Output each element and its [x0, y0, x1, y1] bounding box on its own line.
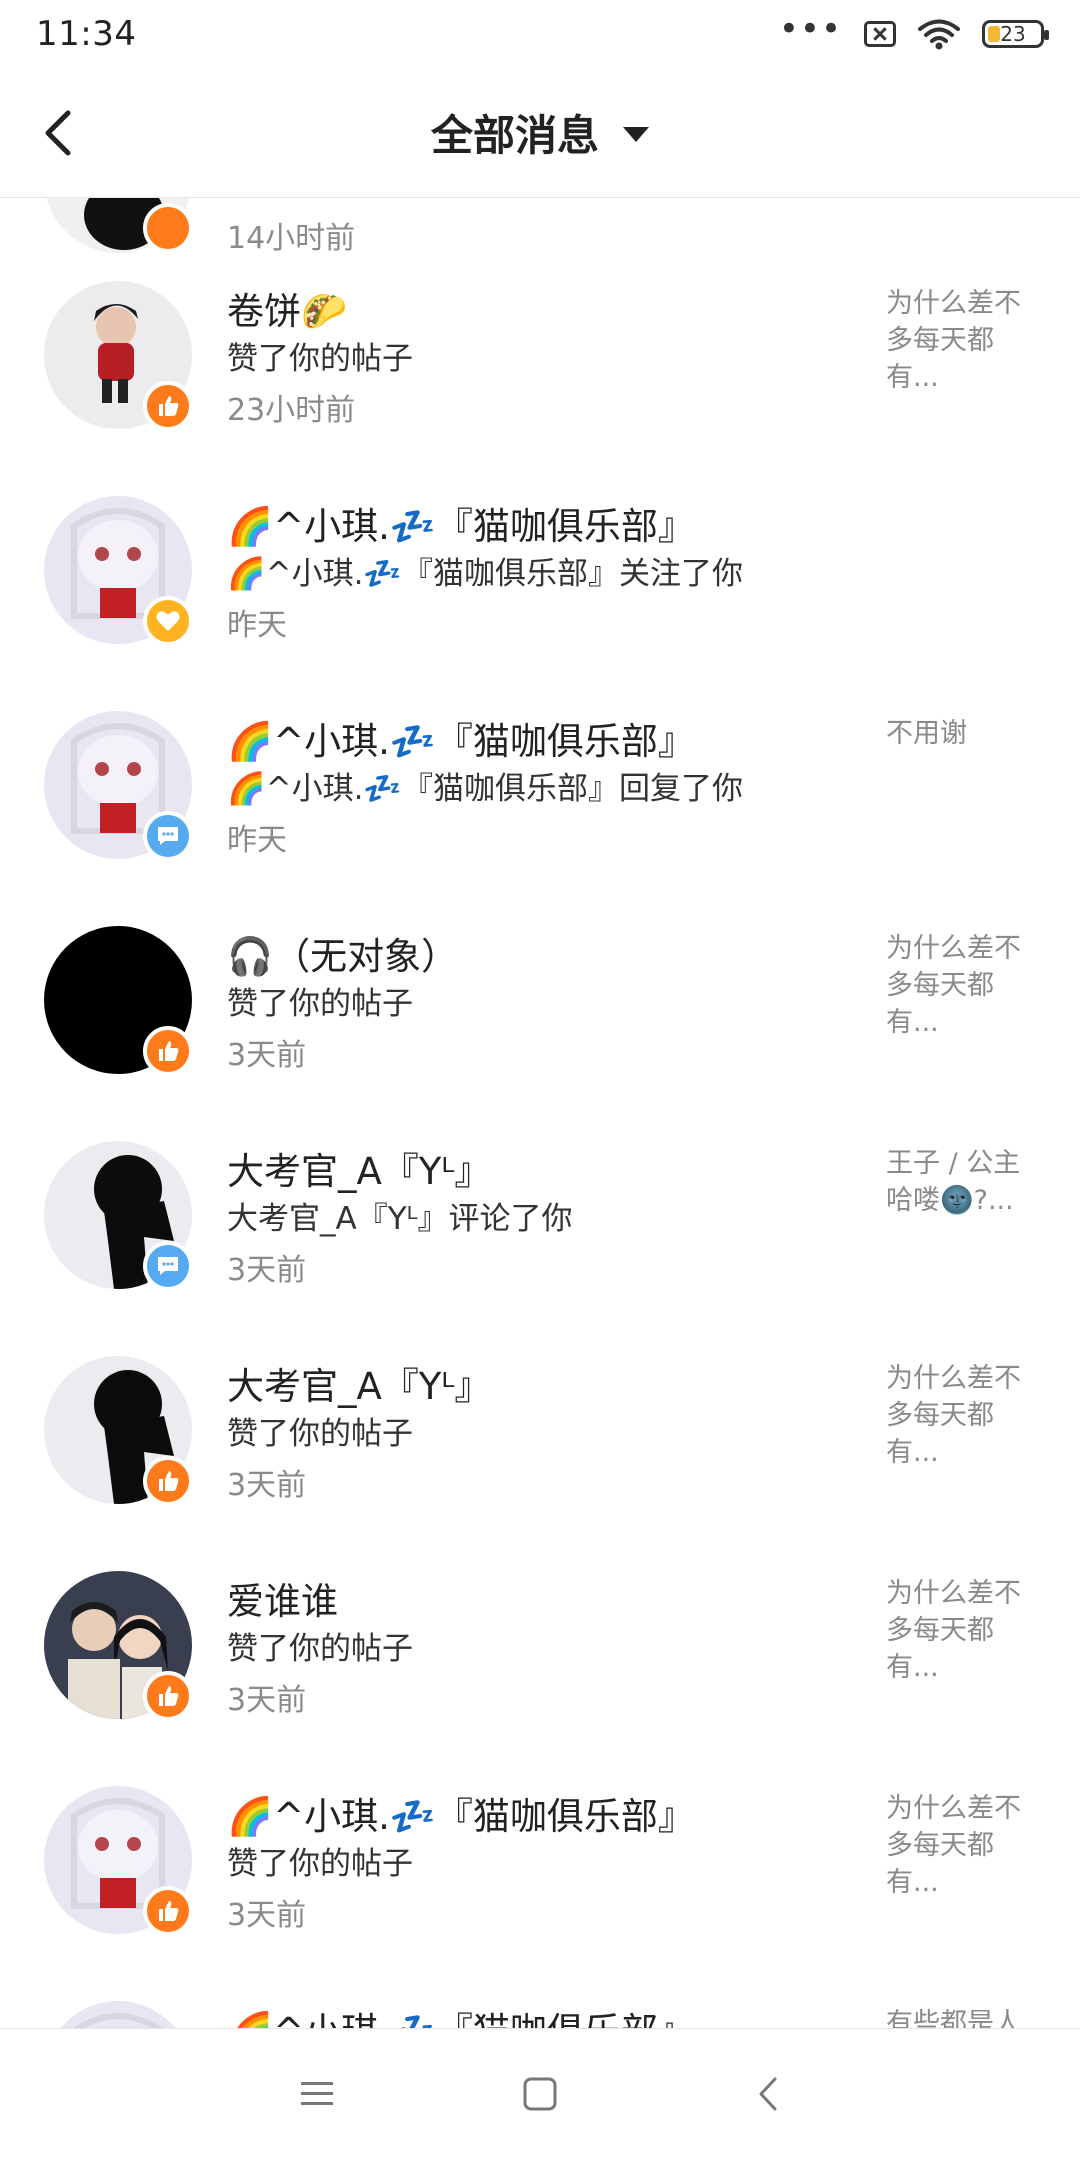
list-item[interactable]: 🌈^小琪.💤『猫咖俱乐部』 🌈^小琪.💤『猫咖俱乐部』回复了你 昨天 不用谢 [0, 711, 1080, 926]
like-badge-icon [143, 203, 193, 253]
status-icons: ••• 23 [779, 12, 1049, 50]
reply-badge-icon [143, 811, 193, 861]
sender-name: 卷饼🌮 [227, 290, 348, 333]
sender-name: 🌈^小琪.💤『猫咖俱乐部』 [227, 2001, 695, 2028]
message-time: 3天前 [227, 1253, 307, 1288]
list-item[interactable]: 🌈^小琪.💤『猫咖俱乐部』 赞了你的帖子 3天前 为什么差不多每天都有... [0, 1786, 1080, 2001]
message-time: 昨天 [227, 608, 287, 643]
post-preview: 为什么差不多每天都有... [886, 1793, 1021, 1898]
message-filter-dropdown[interactable]: 全部消息 [431, 102, 649, 163]
list-item[interactable]: 爱谁谁 赞了你的帖子 3天前 为什么差不多每天都有... [0, 1571, 1080, 1786]
wifi-icon [918, 19, 960, 50]
sender-name: 🌈^小琪.💤『猫咖俱乐部』 [227, 1795, 695, 1838]
message-action: 赞了你的帖子 [227, 1416, 413, 1452]
no-sim-icon [864, 21, 896, 47]
list-item[interactable]: 大考官_A『Yᴸ』 大考官_A『Yᴸ』评论了你 3天前 王子 / 公主哈喽🌚?.… [0, 1141, 1080, 1356]
battery-level: 23 [1000, 22, 1026, 46]
post-preview: 为什么差不多每天都有... [886, 1363, 1021, 1468]
post-preview: 为什么差不多每天都有... [886, 288, 1021, 393]
back-arrow-icon [45, 110, 71, 156]
back-button[interactable] [40, 100, 100, 166]
message-time: 3天前 [227, 1898, 307, 1933]
list-item[interactable]: 🎧（无对象） 赞了你的帖子 3天前 为什么差不多每天都有... [0, 926, 1080, 1141]
sender-name: 🌈^小琪.💤『猫咖俱乐部』 [227, 720, 695, 763]
post-preview: 为什么差不多每天都有... [886, 933, 1021, 1038]
message-time: 3天前 [227, 1038, 307, 1073]
status-bar: 11:34 ••• 23 [0, 0, 1080, 68]
like-badge-icon [143, 1026, 193, 1076]
sender-name: 大考官_A『Yᴸ』 [227, 1365, 492, 1408]
reply-badge-icon [143, 1241, 193, 1291]
message-action: 赞了你的帖子 [227, 341, 413, 377]
post-preview: 不用谢 [886, 718, 967, 749]
list-item-partial-bottom[interactable]: 🌈^小琪.💤『猫咖俱乐部』 有些都是人 [0, 2001, 1080, 2028]
like-badge-icon [143, 1456, 193, 1506]
header-bar: 全部消息 [0, 68, 1080, 198]
list-item[interactable]: 🌈^小琪.💤『猫咖俱乐部』 🌈^小琪.💤『猫咖俱乐部』关注了你 昨天 [0, 496, 1080, 711]
system-nav-bar [0, 2028, 1080, 2160]
message-time: 23小时前 [227, 393, 356, 428]
message-time: 昨天 [227, 823, 287, 858]
message-time: 3天前 [227, 1468, 307, 1503]
dropdown-caret-icon [623, 127, 649, 142]
post-preview: 为什么差不多每天都有... [886, 1578, 1021, 1683]
like-badge-icon [143, 1671, 193, 1721]
message-list[interactable]: 14小时前 卷饼🌮 赞了你的帖子 23小时前 为什么差不多每天都有... 🌈^小… [0, 198, 1080, 2028]
sender-name: 爱谁谁 [227, 1580, 338, 1623]
back-chevron-icon [759, 2077, 777, 2111]
page-title: 全部消息 [430, 111, 599, 160]
message-action: 🌈^小琪.💤『猫咖俱乐部』关注了你 [227, 556, 744, 592]
battery-icon: 23 [982, 20, 1049, 48]
menu-button[interactable] [287, 2069, 347, 2119]
menu-icon [301, 2082, 333, 2105]
more-dots-icon: ••• [778, 9, 842, 49]
like-badge-icon [143, 381, 193, 431]
like-badge-icon [143, 1886, 193, 1936]
list-item[interactable]: 大考官_A『Yᴸ』 赞了你的帖子 3天前 为什么差不多每天都有... [0, 1356, 1080, 1571]
home-square-icon [523, 2077, 557, 2111]
home-button[interactable] [510, 2069, 570, 2119]
follow-badge-icon [143, 596, 193, 646]
message-action: 🌈^小琪.💤『猫咖俱乐部』回复了你 [227, 771, 744, 807]
post-preview: 有些都是人 [886, 2008, 1021, 2028]
status-time: 11:34 [36, 14, 137, 54]
message-action: 大考官_A『Yᴸ』评论了你 [227, 1201, 573, 1237]
sender-name: 🎧（无对象） [227, 935, 459, 978]
sender-name: 大考官_A『Yᴸ』 [227, 1150, 492, 1193]
message-time: 3天前 [227, 1683, 307, 1718]
comment-preview: 王子 / 公主哈喽🌚?... [886, 1148, 1021, 1216]
list-item[interactable]: 卷饼🌮 赞了你的帖子 23小时前 为什么差不多每天都有... [0, 281, 1080, 496]
message-action: 赞了你的帖子 [227, 1846, 413, 1882]
message-action: 赞了你的帖子 [227, 986, 413, 1022]
sender-name: 🌈^小琪.💤『猫咖俱乐部』 [227, 505, 695, 548]
avatar[interactable] [44, 2001, 192, 2028]
message-action: 赞了你的帖子 [227, 1631, 413, 1667]
message-time: 14小时前 [227, 221, 356, 256]
system-back-button[interactable] [738, 2069, 798, 2119]
